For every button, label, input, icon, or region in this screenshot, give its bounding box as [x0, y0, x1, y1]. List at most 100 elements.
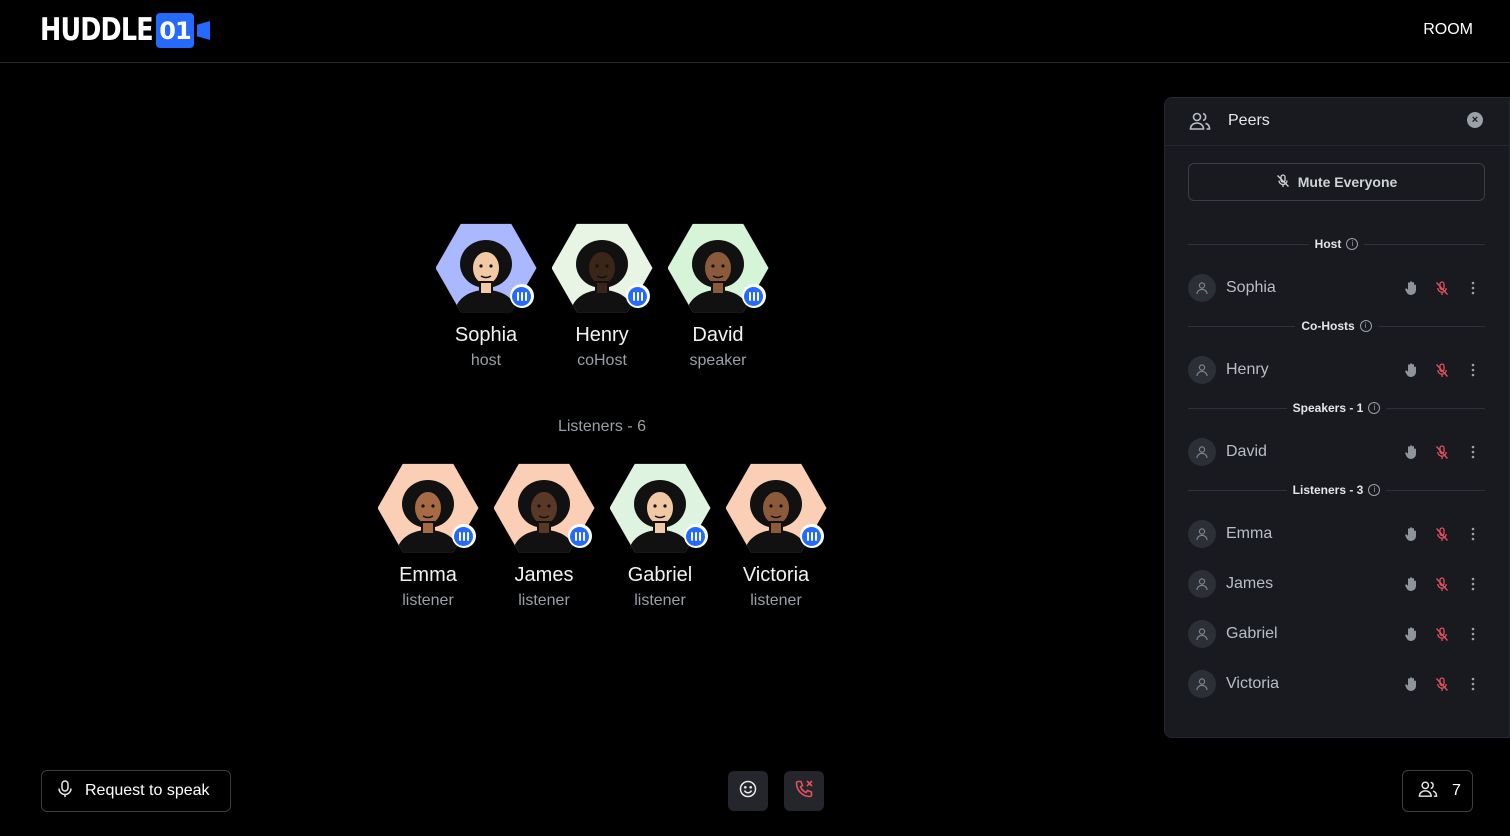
- avatar: [667, 222, 769, 314]
- peer-count: 7: [1452, 782, 1461, 799]
- stage-peer[interactable]: Sophia host: [428, 222, 544, 370]
- mic-off-icon[interactable]: [1433, 576, 1450, 593]
- top-bar: HUDDLE 01 ROOM: [0, 0, 1510, 63]
- raise-hand-icon[interactable]: [1402, 526, 1419, 543]
- peers-panel-title: Peers: [1228, 112, 1270, 129]
- peer-name: Gabriel: [627, 564, 693, 586]
- user-icon: [1188, 438, 1216, 466]
- speaking-icon: [451, 524, 476, 548]
- stage-peer[interactable]: James listener: [486, 462, 602, 610]
- stage-peer[interactable]: Emma listener: [370, 462, 486, 610]
- peer-name: David: [692, 324, 744, 346]
- section-title: Listeners - 3 i: [1287, 483, 1387, 497]
- raise-hand-icon[interactable]: [1402, 444, 1419, 461]
- peers-toggle-button[interactable]: 7: [1402, 770, 1473, 812]
- peer-role: listener: [634, 592, 686, 609]
- stage-peer[interactable]: Henry coHost: [544, 222, 660, 370]
- section-label: Host: [1314, 237, 1342, 251]
- peer-name: Victoria: [742, 564, 810, 586]
- divider: [1386, 407, 1485, 409]
- peer-row-name: Gabriel: [1226, 625, 1278, 642]
- huddle01-logo[interactable]: HUDDLE 01: [40, 12, 210, 48]
- peer-row[interactable]: Emma: [1188, 518, 1485, 550]
- listeners-grid: Emma listener James listener Gabriel lis…: [370, 462, 834, 610]
- peer-section-header: Listeners - 3 i: [1188, 482, 1486, 498]
- mic-off-icon[interactable]: [1433, 626, 1450, 643]
- room-label[interactable]: ROOM: [1423, 21, 1473, 39]
- mic-off-icon: [1276, 173, 1290, 191]
- mic-off-icon[interactable]: [1433, 444, 1450, 461]
- camera-icon: [197, 21, 210, 40]
- emoji-icon: [739, 780, 757, 803]
- mic-off-icon[interactable]: [1433, 280, 1450, 297]
- peer-role: coHost: [577, 352, 627, 369]
- end-call-button[interactable]: [784, 771, 824, 811]
- user-icon: [1188, 670, 1216, 698]
- more-options-icon[interactable]: [1464, 676, 1481, 693]
- listeners-title: Listeners - 6: [557, 418, 647, 435]
- raise-hand-icon[interactable]: [1402, 362, 1419, 379]
- close-icon[interactable]: ×: [1467, 112, 1483, 128]
- peer-row-name: James: [1226, 575, 1274, 592]
- avatar: [609, 462, 711, 554]
- more-options-icon[interactable]: [1464, 444, 1481, 461]
- peer-row[interactable]: Victoria: [1188, 668, 1485, 700]
- peer-row[interactable]: Gabriel: [1188, 618, 1485, 650]
- section-title: Host i: [1309, 237, 1365, 251]
- mic-off-icon[interactable]: [1433, 676, 1450, 693]
- avatar: [725, 462, 827, 554]
- user-icon: [1188, 356, 1216, 384]
- mic-off-icon[interactable]: [1433, 526, 1450, 543]
- section-title: Speakers - 1 i: [1287, 401, 1387, 415]
- raise-hand-icon[interactable]: [1402, 626, 1419, 643]
- info-icon[interactable]: i: [1368, 402, 1381, 414]
- peer-section-header: Co-Hosts i: [1188, 318, 1485, 334]
- mute-everyone-button[interactable]: Mute Everyone: [1188, 163, 1485, 201]
- peer-row[interactable]: James: [1188, 568, 1485, 600]
- more-options-icon[interactable]: [1464, 280, 1481, 297]
- speaking-icon: [683, 524, 708, 548]
- mic-icon: [57, 779, 73, 803]
- stage-peer[interactable]: Gabriel listener: [602, 462, 718, 610]
- speaking-icon: [509, 284, 534, 308]
- info-icon[interactable]: i: [1346, 238, 1359, 250]
- speaking-icon: [625, 284, 650, 308]
- raise-hand-icon[interactable]: [1402, 280, 1419, 297]
- avatar: [551, 222, 653, 314]
- peer-row[interactable]: David: [1188, 436, 1485, 468]
- raise-hand-icon[interactable]: [1402, 676, 1419, 693]
- info-icon[interactable]: i: [1359, 320, 1372, 332]
- divider: [1188, 243, 1309, 245]
- divider: [1188, 489, 1287, 491]
- end-call-icon: [794, 779, 814, 804]
- raise-hand-icon[interactable]: [1402, 576, 1419, 593]
- speaking-icon: [799, 524, 824, 548]
- peer-row-name: Victoria: [1226, 675, 1280, 692]
- peer-row[interactable]: Sophia: [1188, 272, 1485, 304]
- info-icon[interactable]: i: [1368, 484, 1381, 496]
- divider: [1377, 325, 1485, 327]
- request-to-speak-button[interactable]: Request to speak: [41, 770, 231, 812]
- more-options-icon[interactable]: [1464, 362, 1481, 379]
- users-icon: [1189, 111, 1211, 136]
- section-label: Speakers - 1: [1292, 401, 1364, 415]
- stage-peer[interactable]: David speaker: [660, 222, 776, 370]
- peer-row[interactable]: Henry: [1188, 354, 1485, 386]
- more-options-icon[interactable]: [1464, 626, 1481, 643]
- section-label: Co-Hosts: [1301, 319, 1355, 333]
- avatar: [435, 222, 537, 314]
- request-to-speak-label: Request to speak: [85, 782, 210, 799]
- mic-off-icon[interactable]: [1433, 362, 1450, 379]
- user-icon: [1188, 570, 1216, 598]
- mute-everyone-label: Mute Everyone: [1297, 174, 1398, 190]
- divider: [1188, 325, 1296, 327]
- peer-role: listener: [402, 592, 454, 609]
- peer-name: James: [514, 564, 574, 586]
- emoji-reaction-button[interactable]: [728, 771, 768, 811]
- huddle-room: HUDDLE 01 ROOM Sophia host Henry coHost …: [0, 0, 1510, 836]
- more-options-icon[interactable]: [1464, 576, 1481, 593]
- stage-peer[interactable]: Victoria listener: [718, 462, 834, 610]
- peer-name: Emma: [399, 564, 457, 586]
- peer-role: host: [470, 352, 502, 369]
- more-options-icon[interactable]: [1464, 526, 1481, 543]
